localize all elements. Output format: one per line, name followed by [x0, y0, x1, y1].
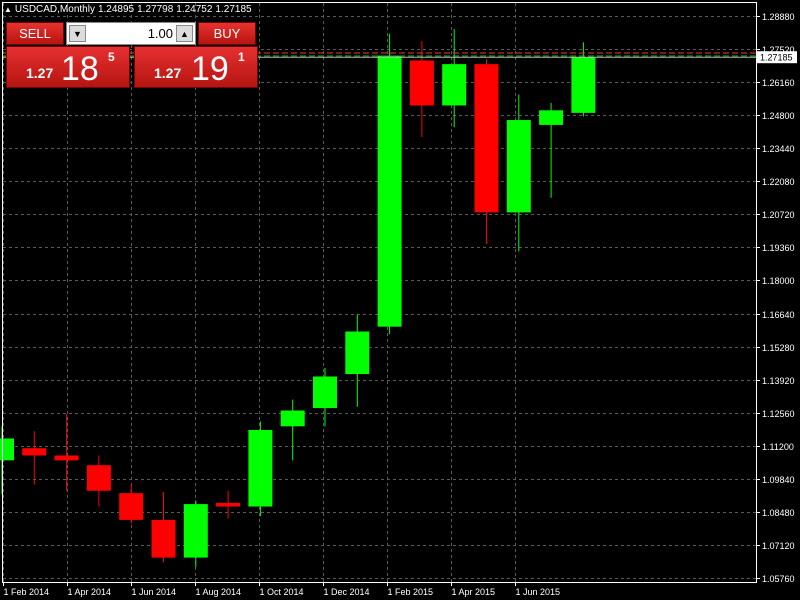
one-click-trading-panel: SELL ▼ ▲ BUY 1.27 18 5 1.27 19 1	[6, 22, 258, 88]
candle	[409, 41, 434, 138]
x-tick-label: 1 Jun 2014	[132, 587, 177, 597]
y-tick-label: 1.19360	[762, 243, 795, 253]
candle	[506, 94, 531, 252]
chart-title-bar: ▲ USDCAD,Monthly 1.24895 1.27798 1.24752…	[4, 4, 252, 15]
triangle-up-icon: ▲	[180, 28, 189, 39]
candle-body	[377, 55, 402, 327]
candle-body	[506, 120, 531, 213]
candle	[248, 421, 273, 517]
candle-body	[151, 519, 176, 558]
x-tick-label: 1 Apr 2015	[452, 587, 496, 597]
candle	[22, 431, 47, 485]
candle-body	[22, 448, 47, 456]
candle-body	[216, 502, 241, 507]
sell-price-pips: 18	[61, 50, 99, 88]
candle	[280, 399, 305, 461]
y-tick-label: 1.22080	[762, 177, 795, 187]
candle-body	[86, 465, 111, 491]
candle	[377, 33, 402, 334]
x-tick-label: 1 Feb 2014	[4, 587, 50, 597]
symbol-timeframe: USDCAD,Monthly	[14, 4, 95, 15]
candle-body	[442, 64, 467, 106]
triangle-icon: ▲	[4, 5, 12, 14]
candle-body	[248, 429, 273, 507]
triangle-down-icon: ▼	[73, 28, 82, 39]
time-axis: 1 Feb 2014 1 Apr 2014 1 Jun 2014 1 Aug 2014…	[3, 582, 561, 597]
sell-price-fraction: 5	[108, 50, 115, 64]
buy-price-pips: 19	[191, 50, 229, 88]
x-tick-label: 1 Apr 2014	[68, 587, 112, 597]
y-tick-label: 1.20720	[762, 210, 795, 220]
candle-body	[474, 64, 499, 213]
candles	[0, 28, 596, 568]
y-tick-label: 1.23440	[762, 144, 795, 154]
candle-body	[183, 504, 208, 558]
x-tick-label: 1 Aug 2014	[196, 587, 242, 597]
lot-increase-button[interactable]: ▲	[176, 25, 193, 42]
y-tick-label: 1.16640	[762, 310, 795, 320]
price-axis: 1.288801.275201.261601.248001.234401.220…	[756, 12, 797, 584]
buy-price-prefix: 1.27	[154, 65, 182, 81]
y-tick-label: 1.24800	[762, 111, 795, 121]
y-tick-label: 1.18000	[762, 276, 795, 286]
buy-price-button[interactable]: 1.27 19 1	[134, 46, 258, 88]
candle	[474, 59, 499, 245]
sell-button[interactable]: SELL	[6, 22, 64, 45]
candle-body	[409, 60, 434, 106]
lot-decrease-button[interactable]: ▼	[69, 25, 86, 42]
candle	[119, 484, 144, 524]
candle	[183, 500, 208, 568]
x-tick-label: 1 Jun 2015	[516, 587, 561, 597]
candle-body	[571, 57, 596, 113]
sell-price-button[interactable]: 1.27 18 5	[6, 46, 130, 88]
candle	[539, 103, 564, 198]
y-tick-label: 1.11200	[762, 442, 794, 452]
candle	[345, 314, 370, 407]
candle-body	[313, 376, 337, 409]
y-tick-label: 1.13920	[762, 376, 795, 386]
candle-body	[539, 110, 564, 125]
y-tick-label: 1.28880	[762, 12, 795, 22]
candle	[216, 490, 241, 519]
candle-body	[345, 331, 370, 375]
ohlc-close: 1.27185	[215, 4, 252, 15]
x-tick-label: 1 Dec 2014	[324, 587, 370, 597]
y-tick-label: 1.05760	[762, 574, 795, 584]
y-tick-label: 1.09840	[762, 475, 795, 485]
candle	[151, 491, 176, 563]
y-tick-label: 1.12560	[762, 409, 795, 419]
candle	[442, 28, 467, 128]
y-tick-label: 1.08480	[762, 508, 795, 518]
lot-size-box: ▼ ▲	[66, 22, 196, 45]
sell-price-prefix: 1.27	[26, 65, 54, 81]
y-tick-label: 1.07120	[762, 541, 795, 551]
candle-body	[280, 410, 305, 427]
candle-body	[119, 493, 144, 520]
ohlc-high: 1.27798	[137, 4, 174, 15]
ohlc-open: 1.24895	[97, 4, 135, 15]
lot-size-input[interactable]	[89, 25, 177, 42]
price-chart[interactable]: 1.288801.275201.261601.248001.234401.220…	[0, 0, 800, 600]
ohlc-low: 1.24752	[176, 4, 213, 15]
candle	[313, 367, 337, 427]
candle-body	[54, 455, 79, 461]
x-tick-label: 1 Feb 2015	[388, 587, 434, 597]
buy-price-fraction: 1	[238, 50, 245, 64]
x-tick-label: 1 Oct 2014	[260, 587, 304, 597]
candle	[86, 455, 111, 507]
y-tick-label: 1.15280	[762, 343, 795, 353]
buy-button[interactable]: BUY	[198, 22, 256, 45]
y-tick-label: 1.26160	[762, 78, 795, 88]
current-price-label: 1.27185	[760, 53, 793, 63]
